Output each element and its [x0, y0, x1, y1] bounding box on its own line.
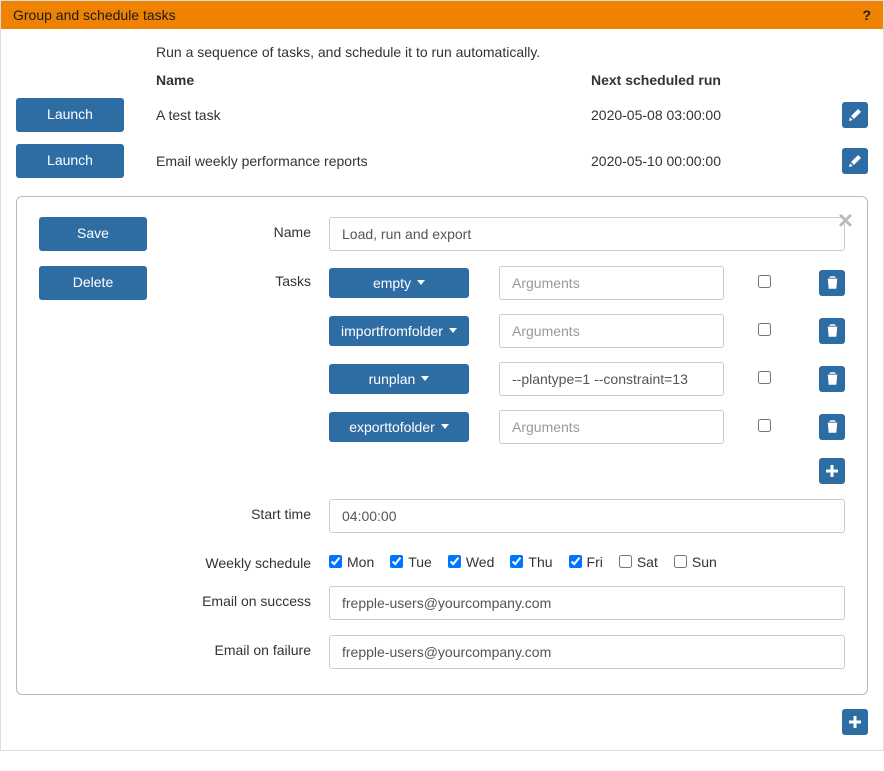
task-entry: importfromfolder: [329, 314, 845, 348]
day-label: Mon: [347, 554, 374, 570]
arguments-input[interactable]: [499, 410, 724, 444]
trash-icon: [827, 372, 838, 385]
column-header-name: Name: [156, 72, 591, 88]
task-entry: runplan: [329, 362, 845, 396]
add-task-button[interactable]: [819, 458, 845, 484]
edit-button[interactable]: [842, 148, 868, 174]
panel-header: Group and schedule tasks ?: [1, 1, 883, 29]
caret-down-icon: [421, 376, 429, 381]
day-option[interactable]: Thu: [510, 554, 552, 570]
task-type-dropdown[interactable]: runplan: [329, 364, 469, 394]
delete-task-button[interactable]: [819, 414, 845, 440]
caret-down-icon: [449, 328, 457, 333]
save-button[interactable]: Save: [39, 217, 147, 251]
day-option[interactable]: Wed: [448, 554, 495, 570]
edit-icon: [849, 155, 861, 167]
scheduler-panel: Group and schedule tasks ? Run a sequenc…: [0, 0, 884, 751]
day-label: Tue: [408, 554, 432, 570]
task-checkbox[interactable]: [758, 323, 771, 336]
trash-icon: [827, 420, 838, 433]
plus-icon: [849, 716, 861, 728]
day-option[interactable]: Sun: [674, 554, 717, 570]
task-entry: exporttofolder: [329, 410, 845, 444]
day-option[interactable]: Sat: [619, 554, 658, 570]
task-name: Email weekly performance reports: [156, 153, 591, 169]
start-time-input[interactable]: [329, 499, 845, 533]
trash-icon: [827, 324, 838, 337]
day-label: Wed: [466, 554, 495, 570]
day-label: Sat: [637, 554, 658, 570]
day-checkbox-sat[interactable]: [619, 555, 632, 568]
delete-task-button[interactable]: [819, 366, 845, 392]
label-start-time: Start time: [179, 499, 329, 522]
task-row: Launch Email weekly performance reports …: [16, 144, 868, 178]
day-label: Sun: [692, 554, 717, 570]
label-weekly-schedule: Weekly schedule: [179, 548, 329, 571]
task-checkbox[interactable]: [758, 371, 771, 384]
task-editor: × Save Name Delete Tasks: [16, 196, 868, 695]
day-checkbox-thu[interactable]: [510, 555, 523, 568]
email-success-input[interactable]: [329, 586, 845, 620]
panel-body: Run a sequence of tasks, and schedule it…: [1, 29, 883, 750]
task-next-run: 2020-05-08 03:00:00: [591, 107, 828, 123]
day-checkbox-mon[interactable]: [329, 555, 342, 568]
day-option[interactable]: Tue: [390, 554, 432, 570]
label-name: Name: [179, 217, 329, 240]
plus-icon: [826, 465, 838, 477]
task-type-label: empty: [373, 275, 411, 291]
task-type-dropdown[interactable]: importfromfolder: [329, 316, 469, 346]
task-type-dropdown[interactable]: exporttofolder: [329, 412, 469, 442]
arguments-input[interactable]: [499, 266, 724, 300]
weekly-schedule-group: Mon Tue Wed Thu Fri Sat Sun: [329, 548, 845, 570]
task-type-dropdown[interactable]: empty: [329, 268, 469, 298]
task-row: Launch A test task 2020-05-08 03:00:00: [16, 98, 868, 132]
day-checkbox-sun[interactable]: [674, 555, 687, 568]
day-label: Fri: [587, 554, 603, 570]
label-email-failure: Email on failure: [179, 635, 329, 658]
task-entry: empty: [329, 266, 845, 300]
email-failure-input[interactable]: [329, 635, 845, 669]
close-button[interactable]: ×: [838, 207, 853, 233]
panel-description: Run a sequence of tasks, and schedule it…: [156, 44, 868, 60]
caret-down-icon: [417, 280, 425, 285]
day-label: Thu: [528, 554, 552, 570]
task-type-label: runplan: [369, 371, 416, 387]
task-checkbox[interactable]: [758, 275, 771, 288]
task-rows-container: empty importfromfolder: [329, 266, 845, 484]
panel-title: Group and schedule tasks: [13, 7, 176, 23]
day-option[interactable]: Fri: [569, 554, 603, 570]
task-name: A test task: [156, 107, 591, 123]
label-tasks: Tasks: [179, 266, 329, 289]
task-list: Launch A test task 2020-05-08 03:00:00 L…: [16, 98, 868, 178]
help-icon[interactable]: ?: [862, 7, 871, 23]
add-scheduled-task-button[interactable]: [842, 709, 868, 735]
trash-icon: [827, 276, 838, 289]
day-checkbox-tue[interactable]: [390, 555, 403, 568]
arguments-input[interactable]: [499, 314, 724, 348]
launch-button[interactable]: Launch: [16, 98, 124, 132]
arguments-input[interactable]: [499, 362, 724, 396]
edit-icon: [849, 109, 861, 121]
day-checkbox-wed[interactable]: [448, 555, 461, 568]
task-type-label: importfromfolder: [341, 323, 443, 339]
label-email-success: Email on success: [179, 586, 329, 609]
delete-button[interactable]: Delete: [39, 266, 147, 300]
task-type-label: exporttofolder: [349, 419, 435, 435]
launch-button[interactable]: Launch: [16, 144, 124, 178]
caret-down-icon: [441, 424, 449, 429]
delete-task-button[interactable]: [819, 270, 845, 296]
task-next-run: 2020-05-10 00:00:00: [591, 153, 828, 169]
column-header-next: Next scheduled run: [591, 72, 868, 88]
day-option[interactable]: Mon: [329, 554, 374, 570]
task-checkbox[interactable]: [758, 419, 771, 432]
task-list-header: Name Next scheduled run: [156, 72, 868, 88]
day-checkbox-fri[interactable]: [569, 555, 582, 568]
delete-task-button[interactable]: [819, 318, 845, 344]
edit-button[interactable]: [842, 102, 868, 128]
name-input[interactable]: [329, 217, 845, 251]
